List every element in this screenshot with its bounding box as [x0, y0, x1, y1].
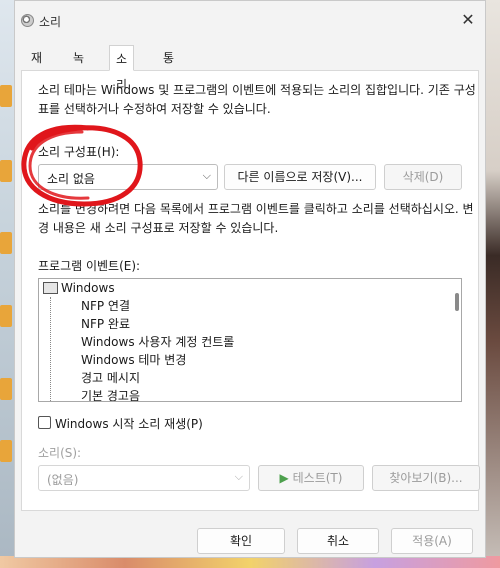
sounds-dropdown[interactable]: (없음) ⌵ — [38, 465, 250, 491]
change-description: 소리를 변경하려면 다음 목록에서 프로그램 이벤트를 클릭하고 소리를 선택하… — [38, 202, 474, 235]
list-item[interactable]: Windows 테마 변경 — [81, 351, 186, 369]
play-icon: ▶ — [279, 471, 289, 485]
browse-button[interactable]: 찾아보기(B)... — [372, 465, 480, 491]
scheme-dropdown-value: 소리 없음 — [47, 172, 95, 186]
desktop-left-edge — [0, 0, 14, 568]
sounds-label: 소리(S): — [38, 446, 82, 460]
desktop-icon[interactable] — [0, 378, 12, 400]
apply-button[interactable]: 적용(A) — [391, 528, 473, 554]
sounds-panel: 소리 테마는 Windows 및 프로그램의 이벤트에 적용되는 소리의 집합입… — [21, 70, 480, 511]
chevron-down-icon: ⌵ — [202, 169, 211, 182]
desktop-icon[interactable] — [0, 305, 12, 327]
events-scrollbar[interactable] — [455, 293, 459, 311]
startup-sound-label: Windows 시작 소리 재생(P) — [55, 417, 203, 431]
desktop-icon[interactable] — [0, 232, 12, 254]
desktop-icon[interactable] — [0, 440, 12, 462]
test-button-label: 테스트(T) — [292, 471, 343, 485]
list-item[interactable]: Windows — [61, 279, 115, 297]
list-item[interactable]: 경고 메시지 — [81, 369, 140, 387]
tab-recording[interactable]: 녹음 — [67, 47, 90, 87]
windows-group-icon — [43, 282, 58, 294]
ok-button[interactable]: 확인 — [197, 528, 285, 554]
desktop-right-edge — [486, 0, 500, 568]
window-title: 소리 — [39, 15, 62, 29]
events-label: 프로그램 이벤트(E): — [38, 259, 141, 273]
program-events-list[interactable]: Windows NFP 연결 NFP 완료 Windows 사용자 계정 컨트롤… — [38, 278, 462, 402]
desktop-icon[interactable] — [0, 160, 12, 182]
cancel-button[interactable]: 취소 — [297, 528, 379, 554]
list-item[interactable]: Windows 사용자 계정 컨트롤 — [81, 333, 234, 351]
scheme-dropdown[interactable]: 소리 없음 ⌵ — [38, 164, 218, 190]
close-button[interactable]: ✕ — [457, 9, 479, 31]
delete-button[interactable]: 삭제(D) — [384, 164, 462, 190]
scheme-label: 소리 구성표(H): — [38, 145, 120, 159]
title-bar[interactable]: 소리 ✕ — [15, 1, 485, 39]
speaker-icon — [21, 14, 34, 27]
startup-sound-checkbox[interactable] — [38, 416, 51, 429]
tab-sounds[interactable]: 소리 — [109, 45, 135, 92]
tab-playback[interactable]: 재생 — [25, 47, 48, 87]
save-as-button[interactable]: 다른 이름으로 저장(V)... — [224, 164, 376, 190]
list-item[interactable]: NFP 연결 — [81, 297, 130, 315]
desktop-icon[interactable] — [0, 85, 12, 107]
sounds-dropdown-value: (없음) — [47, 473, 79, 487]
chevron-down-icon: ⌵ — [234, 470, 243, 483]
tab-communications[interactable]: 통신 — [157, 47, 180, 87]
test-button[interactable]: ▶ 테스트(T) — [258, 465, 364, 491]
list-item[interactable]: NFP 완료 — [81, 315, 130, 333]
tree-connector — [50, 297, 51, 401]
list-item[interactable]: 기본 경고음 — [81, 387, 140, 401]
scheme-description: 소리 테마는 Windows 및 프로그램의 이벤트에 적용되는 소리의 집합입… — [38, 83, 476, 116]
sound-dialog: 소리 ✕ 재생 녹음 소리 통신 소리 테마는 Windows 및 프로그램의 … — [14, 0, 486, 558]
